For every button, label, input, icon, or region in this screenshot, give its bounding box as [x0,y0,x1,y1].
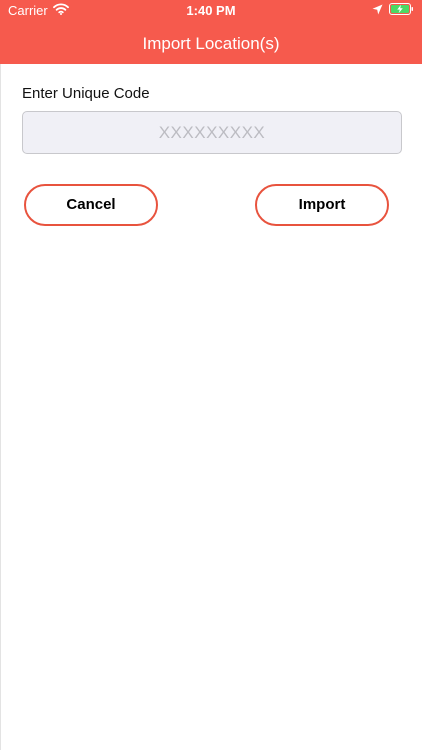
import-button[interactable]: Import [255,184,389,226]
status-bar: Carrier 1:40 PM [0,0,422,22]
import-form: Enter Unique Code Cancel Import [0,64,422,750]
navigation-header: Carrier 1:40 PM Import Location(s) [0,0,422,64]
status-time: 1:40 PM [186,3,236,18]
battery-charging-icon [389,3,414,18]
page-title: Import Location(s) [142,34,280,53]
unique-code-label: Enter Unique Code [22,85,150,102]
cancel-button[interactable]: Cancel [24,184,158,226]
location-arrow-icon [372,3,383,18]
status-indicators [372,3,414,18]
unique-code-input[interactable] [22,111,402,154]
